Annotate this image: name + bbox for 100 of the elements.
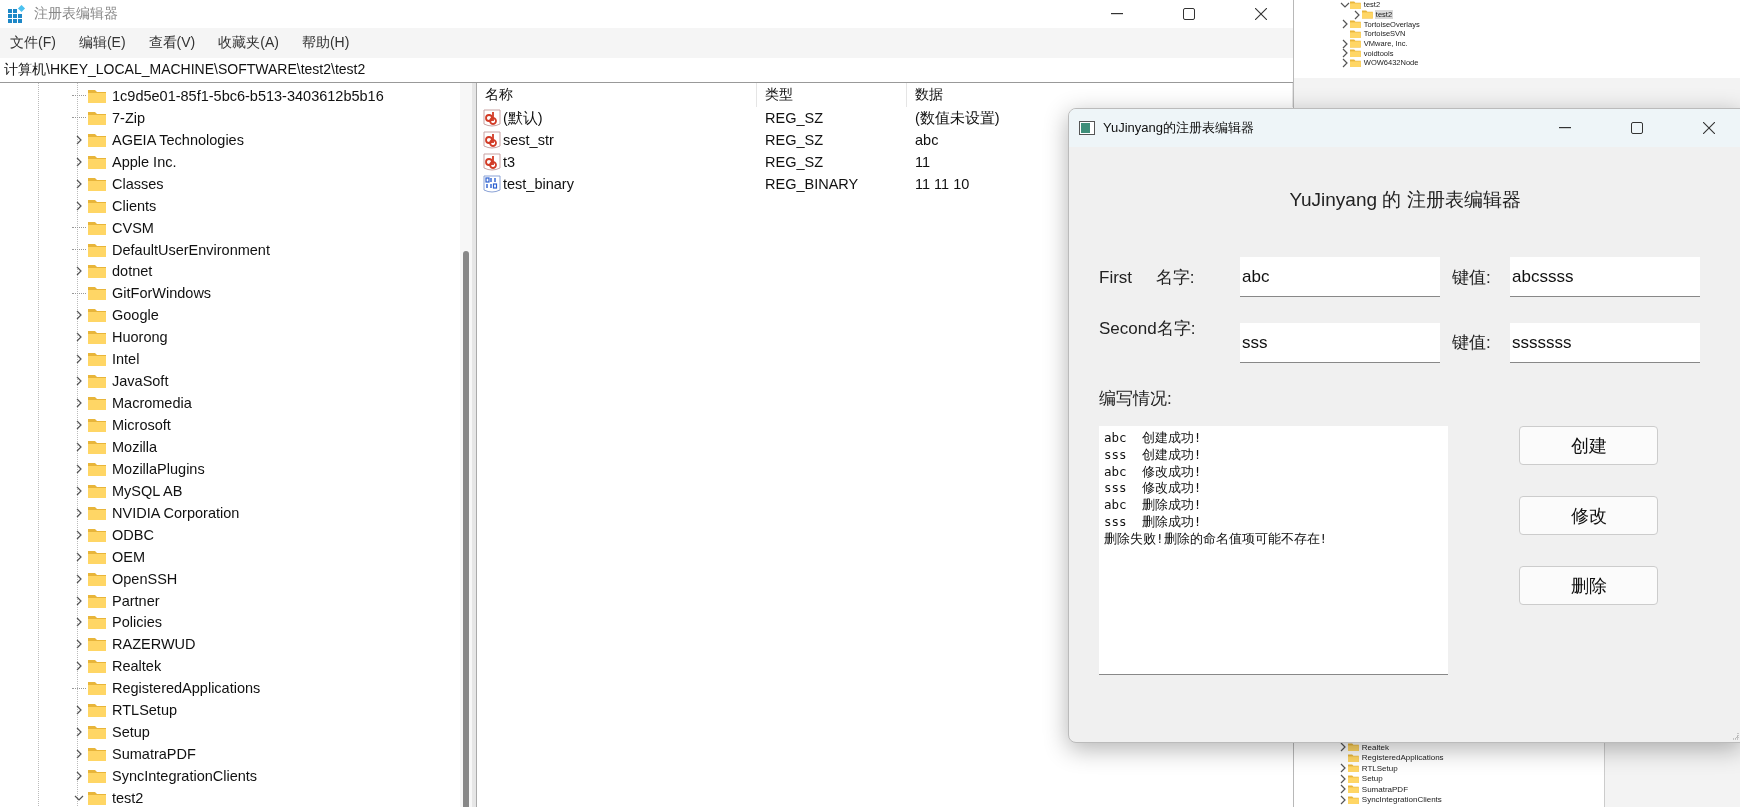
tree-item[interactable]: MozillaPlugins: [110, 460, 207, 477]
chevron-right-icon[interactable]: [1340, 19, 1350, 30]
chevron-right-icon[interactable]: [1338, 763, 1348, 774]
tree-item[interactable]: MySQL AB: [110, 482, 185, 499]
chevron-right-icon[interactable]: [1340, 48, 1350, 59]
resize-grip-icon[interactable]: [1731, 732, 1739, 740]
menu-item[interactable]: 编辑(E): [70, 34, 134, 52]
tree-item[interactable]: RTLSetup: [1360, 763, 1399, 773]
chevron-right-icon[interactable]: [74, 332, 84, 343]
chevron-right-icon[interactable]: [74, 463, 84, 474]
scrollbar[interactable]: [460, 83, 472, 807]
menu-item[interactable]: 查看(V): [140, 34, 204, 52]
tree-item[interactable]: Setup: [1360, 774, 1384, 784]
tree-item[interactable]: ODBC: [110, 526, 156, 543]
tree-item[interactable]: Apple Inc.: [110, 153, 179, 170]
tree-item[interactable]: Google: [110, 307, 161, 324]
minimize-icon[interactable]: [1559, 127, 1571, 129]
close-icon[interactable]: [1703, 122, 1715, 134]
chevron-right-icon[interactable]: [1340, 38, 1350, 49]
tree-item[interactable]: OpenSSH: [110, 570, 180, 587]
value-field[interactable]: abcssss: [1510, 257, 1700, 297]
column-header[interactable]: 类型: [757, 83, 907, 107]
chevron-right-icon[interactable]: [74, 376, 84, 387]
tree-item[interactable]: Huorong: [110, 329, 170, 346]
tree-item[interactable]: RegisteredApplications: [110, 680, 263, 697]
tree-item[interactable]: 7-Zip: [110, 109, 148, 126]
tree-item[interactable]: DefaultUserEnvironment: [110, 241, 272, 258]
tree-item[interactable]: 1c9d5e01-85f1-5bc6-b513-3403612b5b16: [110, 87, 386, 104]
tree-item[interactable]: SyncIntegrationClients: [1360, 795, 1443, 805]
tree-item[interactable]: Macromedia: [110, 395, 194, 412]
tree-item[interactable]: SyncIntegrationClients: [110, 768, 260, 785]
chevron-right-icon[interactable]: [74, 441, 84, 452]
chevron-right-icon[interactable]: [74, 178, 84, 189]
tree-item[interactable]: Partner: [110, 592, 162, 609]
chevron-right-icon[interactable]: [74, 551, 84, 562]
minimize-icon[interactable]: [1111, 13, 1123, 15]
chevron-right-icon[interactable]: [74, 398, 84, 409]
name-field[interactable]: abc: [1240, 257, 1440, 297]
tree-item[interactable]: Microsoft: [110, 417, 173, 434]
chevron-right-icon[interactable]: [74, 595, 84, 606]
tree-item[interactable]: dotnet: [110, 263, 155, 280]
chevron-right-icon[interactable]: [74, 573, 84, 584]
tree-item[interactable]: Setup: [110, 724, 152, 741]
action-button[interactable]: 创建: [1519, 426, 1658, 465]
tree-item[interactable]: GitForWindows: [110, 285, 214, 302]
tree-item[interactable]: Realtek: [110, 658, 164, 675]
maximize-icon[interactable]: [1631, 122, 1643, 134]
chevron-right-icon[interactable]: [74, 529, 84, 540]
chevron-right-icon[interactable]: [74, 266, 84, 277]
tree-item[interactable]: Policies: [110, 614, 164, 631]
tree-item[interactable]: RAZERWUD: [110, 636, 198, 653]
tree-item[interactable]: SumatraPDF: [110, 746, 198, 763]
tree-item[interactable]: OEM: [110, 548, 148, 565]
chevron-right-icon[interactable]: [74, 310, 84, 321]
tree-item[interactable]: CVSM: [110, 219, 156, 236]
tree-item[interactable]: Classes: [110, 175, 166, 192]
log-area[interactable]: abc 创建成功! sss 创建成功! abc 修改成功! sss 修改成功! abc 删除成功! sss 删除成功! 删除失败!删除的命名值项可能不存在!: [1099, 426, 1448, 675]
chevron-right-icon[interactable]: [74, 485, 84, 496]
chevron-right-icon[interactable]: [74, 727, 84, 738]
tree-item[interactable]: RTLSetup: [110, 702, 180, 719]
chevron-right-icon[interactable]: [74, 661, 84, 672]
column-header[interactable]: 名称: [477, 83, 757, 107]
tree-item[interactable]: Mozilla: [110, 438, 160, 455]
menu-item[interactable]: 帮助(H): [293, 34, 358, 52]
menu-item[interactable]: 文件(F): [2, 34, 64, 52]
folder-icon: [88, 88, 106, 103]
chevron-right-icon[interactable]: [1352, 9, 1362, 20]
chevron-right-icon[interactable]: [74, 200, 84, 211]
tree-item[interactable]: NVIDIA Corporation: [110, 504, 242, 521]
chevron-right-icon[interactable]: [1338, 784, 1348, 795]
tree-item[interactable]: Intel: [110, 351, 142, 368]
chevron-right-icon[interactable]: [74, 156, 84, 167]
column-header[interactable]: 数据: [907, 83, 1293, 107]
chevron-right-icon[interactable]: [74, 134, 84, 145]
chevron-right-icon[interactable]: [74, 617, 84, 628]
chevron-right-icon[interactable]: [74, 420, 84, 431]
chevron-right-icon[interactable]: [1338, 773, 1348, 784]
chevron-right-icon[interactable]: [74, 771, 84, 782]
action-button[interactable]: 修改: [1519, 496, 1658, 535]
chevron-right-icon[interactable]: [74, 507, 84, 518]
chevron-down-icon[interactable]: [1340, 0, 1350, 10]
chevron-right-icon[interactable]: [74, 705, 84, 716]
tree-item[interactable]: SumatraPDF: [1360, 784, 1410, 794]
tree-item[interactable]: Clients: [110, 197, 159, 214]
menu-item[interactable]: 收藏夹(A): [210, 34, 287, 52]
tree-item[interactable]: test2: [110, 789, 146, 806]
tree-item[interactable]: Realtek: [1360, 742, 1390, 752]
maximize-icon[interactable]: [1183, 8, 1195, 20]
tree-item[interactable]: JavaSoft: [110, 373, 171, 390]
chevron-right-icon[interactable]: [1338, 794, 1348, 805]
tree-item[interactable]: RegisteredApplications: [1360, 753, 1445, 763]
action-button[interactable]: 删除: [1519, 566, 1658, 605]
chevron-right-icon[interactable]: [74, 749, 84, 760]
chevron-right-icon[interactable]: [74, 639, 84, 650]
chevron-right-icon[interactable]: [1340, 57, 1350, 68]
value-field[interactable]: sssssss: [1510, 323, 1700, 363]
close-icon[interactable]: [1255, 8, 1267, 20]
tree-item[interactable]: AGEIA Technologies: [110, 131, 246, 148]
name-field[interactable]: sss: [1240, 323, 1440, 363]
chevron-right-icon[interactable]: [74, 354, 84, 365]
